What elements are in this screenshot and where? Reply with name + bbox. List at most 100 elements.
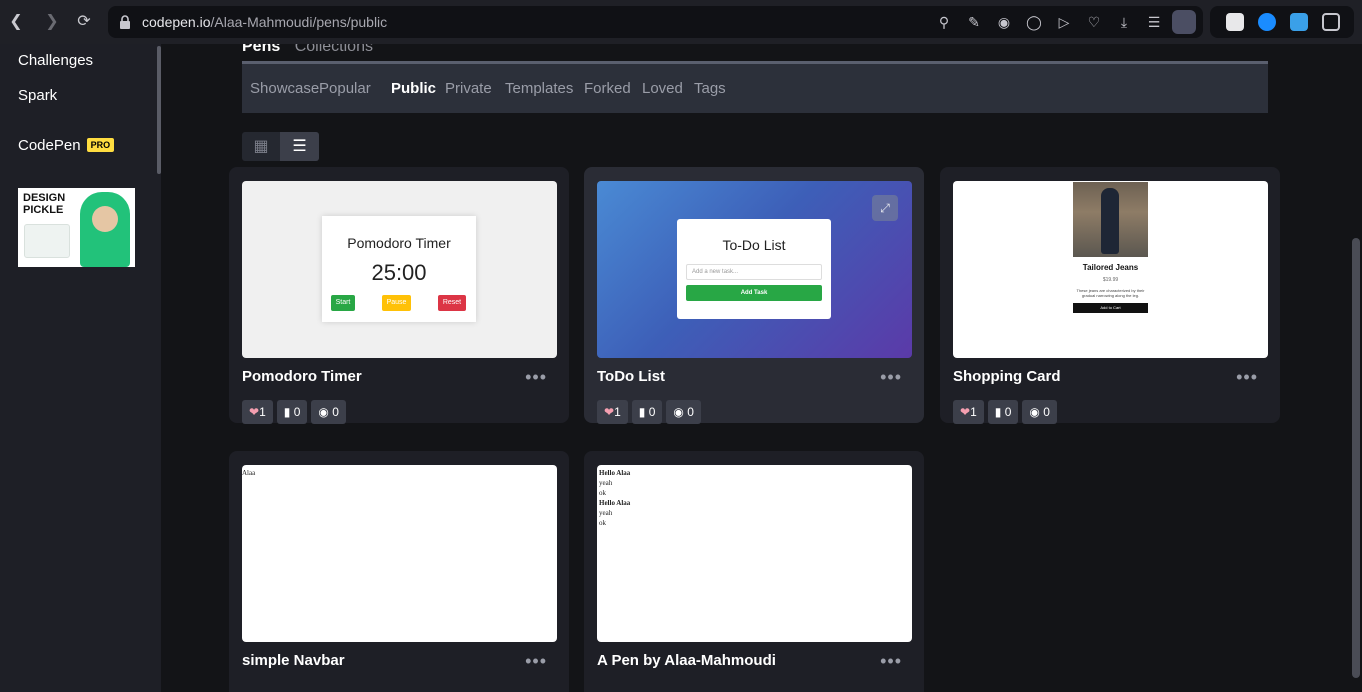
filter-forked[interactable]: Forked [584,80,631,97]
product-name: Tailored Jeans [1082,263,1139,272]
comment-count: 0 [1004,405,1012,419]
more-options-icon[interactable]: ••• [1236,367,1258,388]
pomodoro-preview-pause: Pause [382,295,411,311]
eye-icon: ◉ [318,405,329,419]
pen-preview[interactable]: Alaa [242,465,557,642]
views-stat[interactable]: ◉ 0 [311,400,346,424]
heart-icon: ❤ [604,405,615,419]
pen-preview-text: Hello Alaa yeah ok Hello Alaa yeah ok [599,468,630,528]
like-count: 1 [259,405,266,419]
filter-loved[interactable]: Loved [642,80,683,97]
pomodoro-preview-heading: Pomodoro Timer [347,235,451,251]
preview-line: ok [599,489,606,497]
sidebar: Challenges Spark CodePen PRO DESIGN PICKL… [0,44,161,692]
pen-preview[interactable]: Hello Alaa yeah ok Hello Alaa yeah ok [597,465,912,642]
todo-preview-box: To-Do List Add a new task... Add Task [677,219,831,319]
views-stat[interactable]: ◉ 0 [666,400,701,424]
more-options-icon[interactable]: ••• [525,651,547,672]
pen-title[interactable]: simple Navbar [242,652,345,669]
view-count: 0 [1043,405,1050,419]
product-photo [1073,182,1148,257]
heart-icon: ❤ [960,405,971,419]
pen-preview[interactable]: Tailored Jeans $19.99 These jeans are ch… [953,181,1268,358]
preview-line: Hello Alaa [599,499,631,507]
sidebar-item-codepen-pro[interactable]: CodePen PRO [18,137,115,154]
pen-stats: ❤1 ▮ 0 ◉ 0 [597,400,705,424]
comment-count: 0 [293,405,301,419]
like-button[interactable]: ❤1 [242,400,273,424]
todo-preview-button: Add Task [686,285,822,301]
comment-button[interactable]: ▮ 0 [276,400,308,424]
filter-templates[interactable]: Templates [505,80,573,97]
product-description: These jeans are characterized by their g… [1076,288,1145,298]
pen-title[interactable]: Shopping Card [953,368,1061,385]
shield-icon[interactable]: ◯ [1024,12,1044,32]
list-view-icon[interactable]: ☰ [280,132,319,161]
pen-preview[interactable]: Pomodoro Timer 25:00 Start Pause Reset [242,181,557,358]
product-price: $19.99 [1102,277,1119,283]
browser-toolbar: ❮ ❯ ⟳ codepen.io/Alaa-Mahmoudi/pens/publ… [0,0,1362,44]
search-icon[interactable]: ⚲ [934,12,954,32]
filter-popular[interactable]: Popular [319,80,371,97]
filter-public[interactable]: Public [391,80,436,97]
tab-collections[interactable]: Collections [295,44,373,55]
page-scrollbar-thumb[interactable] [1352,238,1360,678]
filter-private[interactable]: Private [445,80,492,97]
pen-card: Alaa simple Navbar ••• [229,451,569,692]
preview-line: ok [599,519,606,527]
eye-icon: ◉ [673,405,684,419]
more-options-icon[interactable]: ••• [525,367,547,388]
forward-icon[interactable]: ❯ [40,10,64,34]
view-toggle: ▦ ☰ [242,132,319,161]
add-to-cart-preview: Add to Cart [1073,303,1148,313]
expand-icon[interactable]: ⤢ [872,195,898,221]
reload-icon[interactable]: ⟳ [72,10,96,34]
pen-preview[interactable]: To-Do List Add a new task... Add Task ⤢ [597,181,912,358]
address-bar[interactable]: codepen.io/Alaa-Mahmoudi/pens/public ⚲ ✎… [108,6,1203,38]
more-options-icon[interactable]: ••• [880,367,902,388]
shopping-preview-card: Tailored Jeans $19.99 These jeans are ch… [1073,182,1148,314]
pen-title[interactable]: Pomodoro Timer [242,368,362,385]
like-count: 1 [970,405,977,419]
pomodoro-preview-start: Start [331,295,355,311]
shazam-extension-icon[interactable] [1258,13,1276,31]
view-count: 0 [687,405,694,419]
pen-card: To-Do List Add a new task... Add Task ⤢ … [584,167,924,424]
filter-tags[interactable]: Tags [694,80,726,97]
cube-extension-icon[interactable] [1322,13,1340,31]
eye-icon: ◉ [1029,405,1040,419]
todo-preview-heading: To-Do List [722,237,786,253]
comment-button[interactable]: ▮ 0 [631,400,663,424]
comment-button[interactable]: ▮ 0 [987,400,1019,424]
navbar-preview-text: Alaa [242,469,256,477]
pomodoro-preview-box: Pomodoro Timer 25:00 Start Pause Reset [322,216,476,322]
camera-icon[interactable]: ◉ [994,12,1014,32]
pen-stats: ❤1 ▮ 0 ◉ 0 [242,400,350,424]
back-icon[interactable]: ❮ [4,10,28,34]
filter-bar: Showcase Popular Public Private Template… [242,61,1268,113]
main-content: Pens Collections Showcase Popular Public… [161,44,1349,692]
filter-showcase[interactable]: Showcase [250,80,319,97]
sidebar-ad[interactable]: DESIGN PICKLE [18,188,135,267]
edit-icon[interactable]: ✎ [964,12,984,32]
download-icon[interactable]: ⤓ [1114,12,1134,32]
profile-icon[interactable] [1172,10,1196,34]
sidebar-item-spark[interactable]: Spark [18,87,57,104]
menu-icon[interactable]: ☰ [1144,12,1164,32]
pen-title[interactable]: ToDo List [597,368,665,385]
ad-card [24,224,70,258]
comment-count: 0 [648,405,656,419]
more-options-icon[interactable]: ••• [880,651,902,672]
play-icon[interactable]: ▷ [1054,12,1074,32]
lens-extension-icon[interactable] [1226,13,1244,31]
todo-preview-input: Add a new task... [686,264,822,280]
grid-view-icon[interactable]: ▦ [242,132,280,161]
like-button[interactable]: ❤1 [953,400,984,424]
tab-pens[interactable]: Pens [242,44,280,55]
views-stat[interactable]: ◉ 0 [1022,400,1057,424]
sidebar-item-challenges[interactable]: Challenges [18,52,93,69]
like-button[interactable]: ❤1 [597,400,628,424]
translate-extension-icon[interactable] [1290,13,1308,31]
pen-title[interactable]: A Pen by Alaa-Mahmoudi [597,652,776,669]
heart-icon[interactable]: ♡ [1084,12,1104,32]
